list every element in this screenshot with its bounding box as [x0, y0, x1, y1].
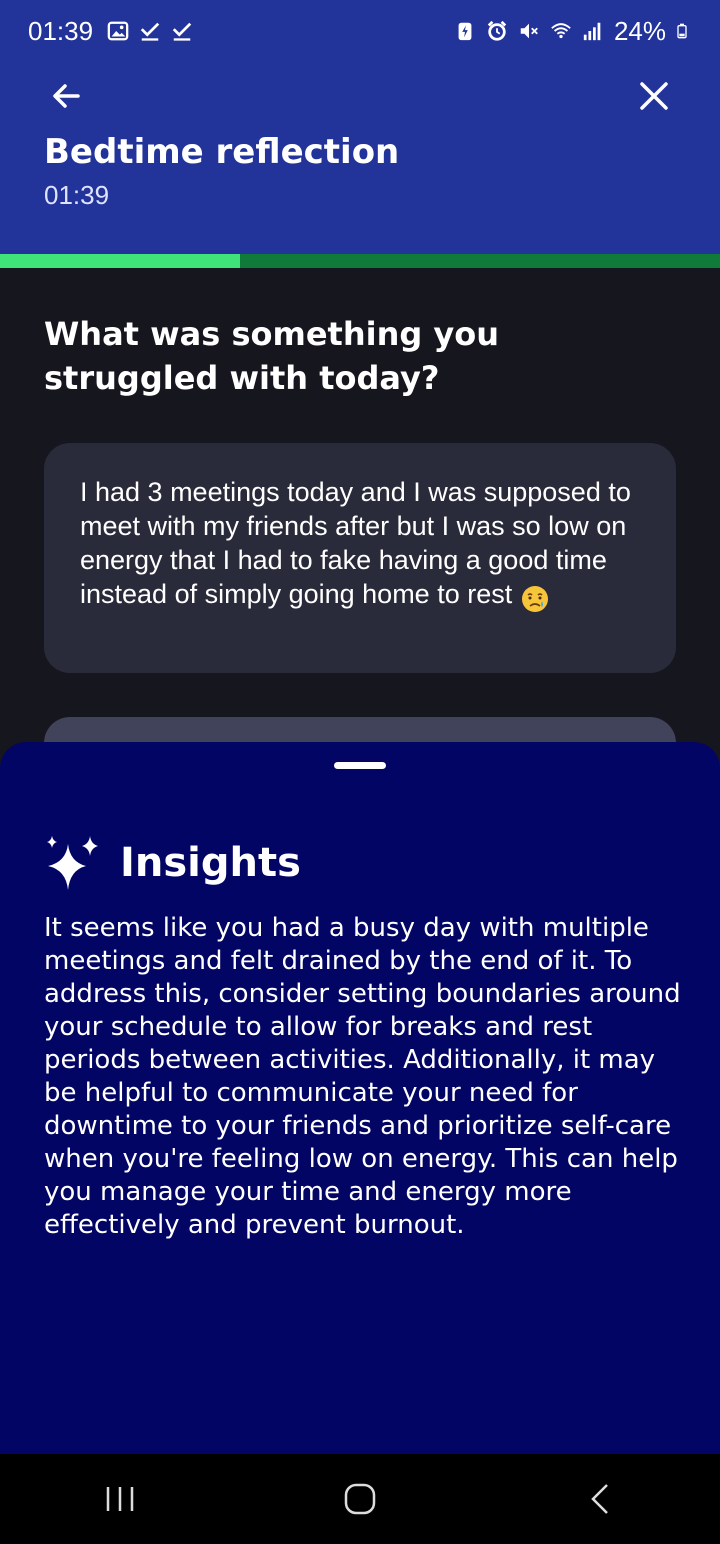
- chevron-left-icon: [591, 1484, 608, 1514]
- status-bar: 01:39 24%: [0, 0, 720, 62]
- recents-button[interactable]: [80, 1469, 160, 1529]
- insights-body: It seems like you had a busy day with mu…: [44, 913, 681, 1240]
- recents-icon: [106, 1487, 134, 1511]
- answer-card[interactable]: I had 3 meetings today and I was suppose…: [44, 443, 676, 673]
- page-title: Bedtime reflection: [44, 132, 400, 172]
- battery-saver-icon: [458, 22, 472, 41]
- image-icon: [107, 21, 129, 41]
- home-icon: [344, 1483, 376, 1515]
- alarm-icon: [487, 20, 507, 41]
- wifi-icon: [551, 23, 571, 39]
- progress-fill: [0, 254, 240, 268]
- question-heading: What was something you struggled with to…: [44, 315, 500, 397]
- status-time: 01:39: [28, 15, 94, 46]
- app-header: Bedtime reflection 01:39: [0, 62, 720, 254]
- insights-title: Insights: [120, 840, 301, 886]
- close-icon: [640, 82, 668, 110]
- back-button[interactable]: [44, 74, 88, 118]
- home-button[interactable]: [320, 1469, 400, 1529]
- progress-bar: [0, 254, 720, 268]
- battery-icon: [677, 23, 687, 39]
- page-subtitle-time: 01:39: [44, 180, 110, 210]
- battery-percent: 24%: [613, 15, 666, 46]
- check-icon: [140, 22, 160, 41]
- sad-relieved-face-emoji: [521, 585, 548, 612]
- mute-icon: [520, 23, 538, 39]
- signal-icon: [583, 22, 601, 41]
- sparkles-icon: [47, 836, 98, 890]
- close-button[interactable]: [632, 74, 676, 118]
- check-icon: [172, 22, 192, 41]
- system-nav-bar: [0, 1454, 720, 1544]
- sheet-drag-handle[interactable]: [334, 762, 386, 769]
- back-nav-button[interactable]: [560, 1469, 640, 1529]
- arrow-left-icon: [53, 84, 80, 108]
- insights-sheet: Insights It seems like you had a busy da…: [0, 742, 720, 1454]
